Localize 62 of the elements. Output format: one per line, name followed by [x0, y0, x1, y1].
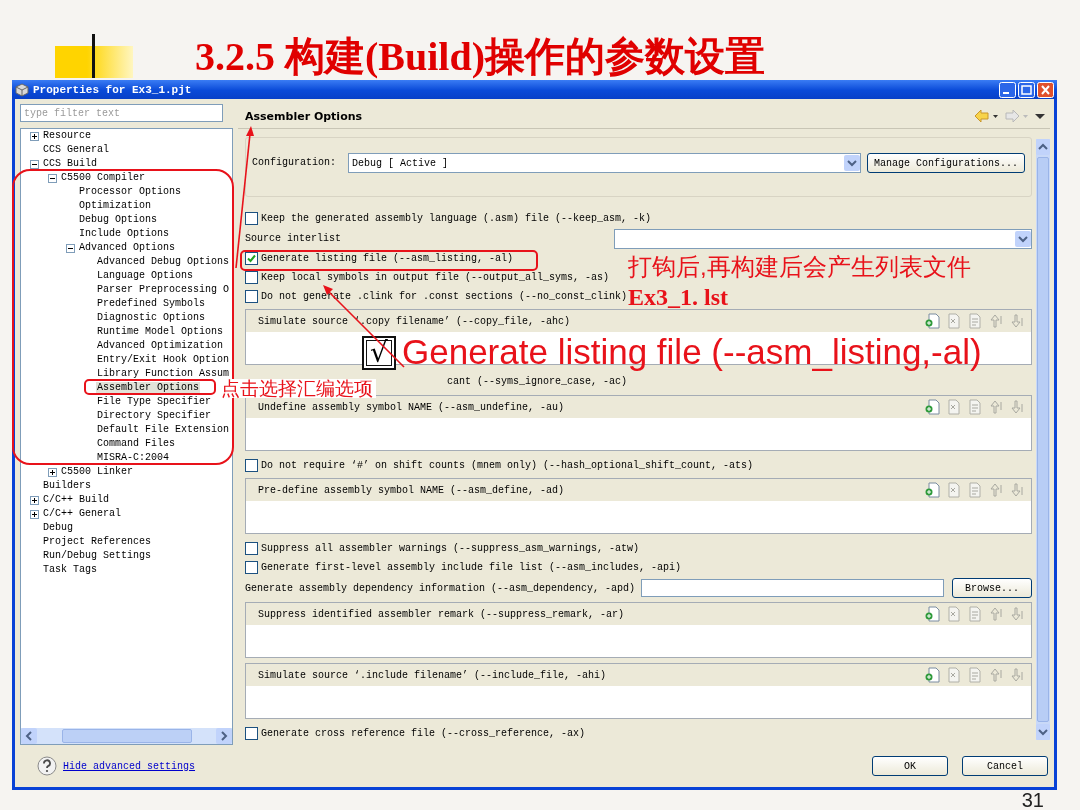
option-label: Source interlist	[245, 233, 341, 244]
browse-button[interactable]: Browse...	[952, 578, 1032, 598]
cancel-button[interactable]: Cancel	[962, 756, 1048, 776]
tree-item[interactable]: CCS General	[42, 144, 110, 156]
option-label: Keep the generated assembly language (.asm) file (--keep_asm, -k)	[261, 213, 652, 224]
annotation-note: 打钩后,再构建后会产生列表文件	[628, 252, 971, 282]
tree-item[interactable]: Command Files	[96, 438, 176, 450]
tree-item[interactable]: Debug Options	[78, 214, 158, 226]
tree-item[interactable]: Language Options	[96, 270, 194, 282]
filter-field[interactable]: type filter text	[20, 104, 223, 122]
list-label: Undefine assembly symbol NAME (--asm_undefine, -au)	[258, 401, 566, 413]
tree-item[interactable]: CCS Build	[42, 158, 98, 170]
tree-item[interactable]: Assembler Options	[96, 382, 201, 394]
list-label: Pre-define assembly symbol NAME (--asm_define, -ad)	[258, 484, 566, 496]
tree-item[interactable]: Include Options	[78, 228, 170, 240]
tree-item[interactable]: C5500 Compiler	[60, 172, 146, 184]
page-heading: Assembler Options	[245, 109, 364, 123]
tree-item[interactable]: C/C++ General	[42, 508, 122, 520]
tree-item[interactable]: Project References	[42, 536, 153, 548]
tree-item[interactable]: Library Function Assum	[96, 368, 231, 380]
tree-item[interactable]: Advanced Optimization	[96, 340, 225, 352]
option-label: Generate listing file (--asm_listing, -al)	[261, 253, 514, 264]
slide-title: 3.2.5 构建(Build)操作的参数设置	[195, 34, 766, 80]
field-label: Configuration:	[252, 156, 337, 170]
tree-item[interactable]: Parser Preprocessing O	[96, 284, 231, 296]
tree-item[interactable]: Diagnostic Options	[96, 312, 207, 324]
tree-item[interactable]: Resource	[42, 130, 92, 142]
tree-item[interactable]: MISRA-C:2004	[96, 452, 170, 464]
option-label: Do not require ‘#’ on shift counts (mnem only) (--hash_optional_shift_count, -ats)	[261, 460, 754, 471]
tree-item[interactable]: Task Tags	[42, 564, 98, 576]
manage-configurations-button[interactable]: Manage Configurations...	[866, 153, 1025, 173]
list-label: Suppress identified assembler remark (--suppress_remark, -ar)	[258, 608, 626, 620]
tree-item[interactable]: Debug	[42, 522, 74, 534]
configuration-dropdown[interactable]: Debug [ Active ]	[348, 153, 861, 173]
list-label: Simulate source ‘.include filename’ (--include_file, -ahi)	[258, 669, 608, 681]
tree-item[interactable]: File Type Specifier	[96, 396, 213, 408]
hide-advanced-link[interactable]: Hide advanced settings	[63, 760, 866, 772]
ok-button[interactable]: OK	[872, 756, 948, 776]
check-mark-box: √	[362, 336, 396, 370]
tree-item[interactable]: Optimization	[78, 200, 152, 212]
tree-item[interactable]: Processor Options	[78, 186, 183, 198]
window-title: Properties for Ex3_1.pjt	[33, 83, 193, 96]
tree-item[interactable]: Advanced Debug Options	[96, 256, 231, 268]
tree-item[interactable]: Run/Debug Settings	[42, 550, 153, 562]
tree-item[interactable]: C5500 Linker	[60, 466, 134, 478]
tree-item[interactable]: Builders	[42, 480, 92, 492]
tree-item[interactable]: Directory Specifier	[96, 410, 213, 422]
option-label: Suppress all assembler warnings (--suppress_asm_warnings, -atw)	[261, 543, 640, 554]
tree-item[interactable]: Default File Extension	[96, 424, 231, 436]
annotation-note: Ex3_1. lst	[628, 283, 728, 311]
option-label: Generate cross reference file (--cross_reference, -ax)	[261, 728, 586, 739]
callout-text: Generate listing file (--asm_listing,-al)	[402, 331, 982, 373]
tree-item[interactable]: Predefined Symbols	[96, 298, 207, 310]
option-label: Generate first-level assembly include file list (--asm_includes, -api)	[261, 562, 682, 573]
tree-item[interactable]: Advanced Options	[78, 242, 176, 254]
option-label: Generate assembly dependency information (--asm_dependency, -apd)	[245, 582, 636, 594]
tree-item[interactable]: Entry/Exit Hook Option	[96, 354, 231, 366]
option-label: cant (--syms_ignore_case, -ac)	[447, 375, 628, 387]
tree-item[interactable]: C/C++ Build	[42, 494, 110, 506]
page-number: 31	[1021, 790, 1044, 810]
tree-item[interactable]: Runtime Model Options	[96, 326, 225, 338]
option-label: Keep local symbols in output file (--output_all_syms, -as)	[261, 272, 610, 283]
